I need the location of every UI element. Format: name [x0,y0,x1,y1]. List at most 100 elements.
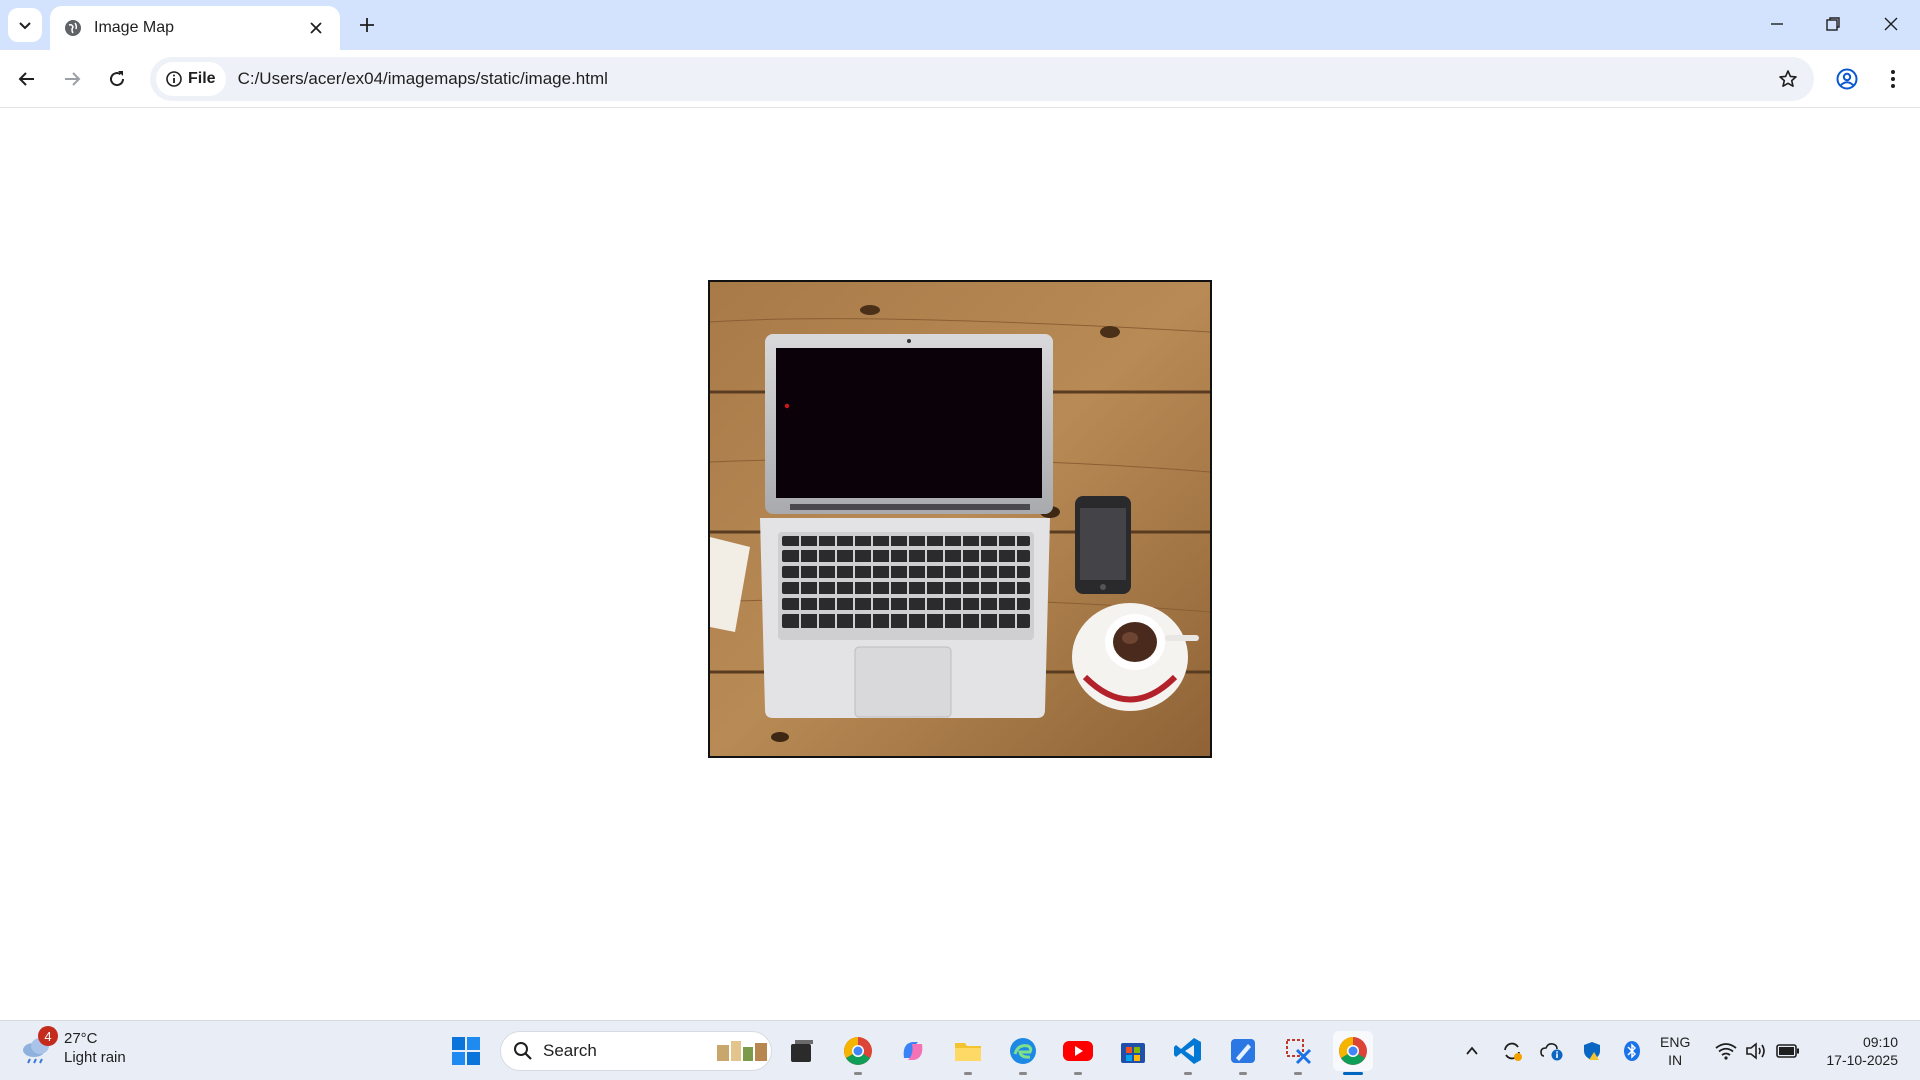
snipping-tool-icon [1286,1039,1312,1065]
active-indicator [1343,1072,1363,1075]
address-bar[interactable]: File C:/Users/acer/ex04/imagemaps/static… [150,57,1814,101]
close-tab-icon[interactable] [304,16,328,40]
running-indicator [1074,1072,1082,1075]
tab-strip: Image Map [0,0,1920,50]
arrow-right-icon [65,72,81,86]
site-info-label: File [188,70,216,87]
forward-button[interactable] [55,62,89,96]
sync-icon [1504,1042,1522,1061]
chevron-up-icon [1466,1046,1478,1055]
task-view-button[interactable] [782,1031,822,1071]
running-indicator [1239,1072,1247,1075]
search-icon [514,1042,532,1060]
system-clock[interactable]: 09:10 17-10-2025 [1812,1033,1898,1069]
image-map-photo[interactable] [708,280,1212,758]
weather-widget[interactable]: 4 27°C Light rain [20,1026,126,1067]
tray-wifi[interactable] [1714,1039,1738,1063]
search-label: Search [543,1041,597,1060]
folder-icon [955,1043,981,1061]
back-button[interactable] [10,62,44,96]
taskbar-youtube[interactable] [1058,1031,1098,1075]
clock-date: 17-10-2025 [1826,1052,1898,1068]
taskbar-chrome-1[interactable] [838,1031,878,1075]
url-text[interactable]: C:/Users/acer/ex04/imagemaps/static/imag… [238,69,1770,89]
page-content [0,109,1920,1020]
tray-onedrive[interactable] [1540,1039,1564,1063]
running-indicator [854,1072,862,1075]
task-view-icon [791,1040,813,1062]
taskbar-edge[interactable] [1003,1031,1043,1075]
running-indicator [1019,1072,1027,1075]
search-highlight-icon [717,1041,767,1061]
tab-search-button[interactable] [8,8,42,42]
running-indicator [1294,1072,1302,1075]
desk-image [710,282,1210,756]
taskbar-search[interactable]: Search [500,1031,772,1071]
info-icon [166,71,182,87]
shield-icon [1584,1042,1600,1060]
new-tab-button[interactable] [352,10,382,40]
running-indicator [1184,1072,1192,1075]
cloud-info-icon [1540,1043,1563,1061]
youtube-icon [1063,1041,1093,1061]
restore-icon [1826,17,1840,31]
chrome-icon [844,1037,872,1065]
taskbar: 4 27°C Light rain Search ENG IN 09:10 17… [0,1020,1920,1080]
taskbar-chrome-active[interactable] [1333,1031,1373,1075]
taskbar-file-explorer[interactable] [948,1031,988,1075]
close-icon [1884,17,1898,31]
browser-toolbar: File C:/Users/acer/ex04/imagemaps/static… [0,50,1920,108]
vscode-icon [1174,1038,1201,1064]
close-window-button[interactable] [1866,6,1916,42]
edge-icon [1010,1038,1036,1064]
bluetooth-icon [1624,1041,1640,1061]
wifi-icon [1715,1043,1737,1060]
windows-logo-icon [452,1037,480,1065]
running-indicator [964,1072,972,1075]
language-code: ENG [1660,1034,1691,1050]
start-button[interactable] [446,1031,486,1071]
tab-image-map[interactable]: Image Map [50,6,340,50]
taskbar-paint[interactable] [1223,1031,1263,1075]
star-icon [1779,70,1797,87]
chevron-down-icon [19,22,31,30]
tab-title: Image Map [94,19,175,36]
globe-icon [65,20,81,36]
weather-icon-wrap: 4 [20,1026,58,1066]
speaker-icon [1746,1042,1765,1060]
reload-button[interactable] [100,62,134,96]
weather-desc: Light rain [64,1049,126,1066]
copilot-icon [903,1042,923,1060]
language-indicator[interactable]: ENG IN [1660,1033,1690,1069]
tray-security[interactable] [1580,1039,1604,1063]
taskbar-store[interactable] [1113,1031,1153,1071]
tray-volume[interactable] [1744,1039,1768,1063]
taskbar-snipping-tool[interactable] [1278,1031,1318,1075]
paint-icon [1231,1039,1255,1063]
region-code: IN [1668,1052,1683,1068]
weather-temp: 27°C [64,1030,98,1047]
minimize-icon [1771,23,1783,25]
reload-icon [110,71,125,87]
menu-button[interactable] [1876,62,1910,96]
taskbar-copilot[interactable] [893,1031,933,1071]
weather-badge: 4 [38,1026,58,1046]
site-info-chip[interactable]: File [156,62,226,96]
profile-icon [1836,68,1858,90]
profile-button[interactable] [1830,62,1864,96]
plus-icon [360,18,374,32]
clock-time: 09:10 [1862,1034,1898,1050]
chrome-icon [1339,1037,1367,1065]
minimize-button[interactable] [1752,6,1802,42]
battery-icon [1776,1044,1799,1058]
bookmark-button[interactable] [1770,61,1806,97]
taskbar-vscode[interactable] [1168,1031,1208,1075]
store-icon [1121,1043,1145,1063]
tray-bluetooth[interactable] [1620,1039,1644,1063]
kebab-menu-icon [1891,70,1895,88]
arrow-left-icon [18,72,34,86]
restore-button[interactable] [1808,6,1858,42]
tray-sync[interactable] [1500,1039,1524,1063]
tray-battery[interactable] [1776,1039,1800,1063]
show-hidden-icons-button[interactable] [1460,1039,1484,1063]
